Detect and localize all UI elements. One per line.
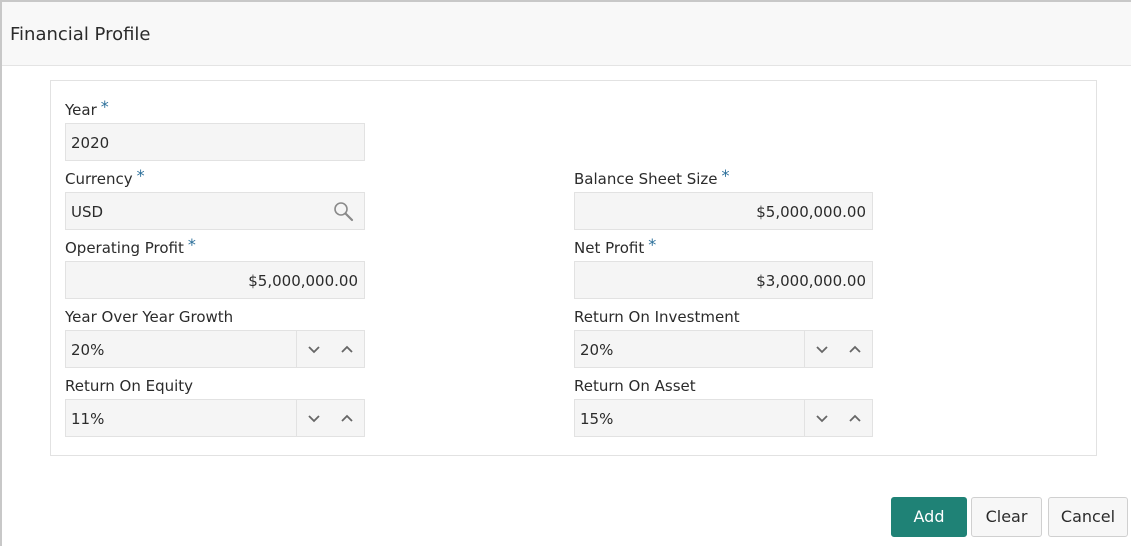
roi-value: 20% bbox=[580, 341, 614, 359]
year-label-text: Year bbox=[65, 101, 97, 119]
page-title: Financial Profile bbox=[10, 24, 151, 45]
roe-value: 11% bbox=[71, 410, 105, 428]
balance-sheet-size-value: $5,000,000.00 bbox=[756, 203, 866, 221]
yoy-growth-increment-button[interactable] bbox=[330, 331, 364, 367]
year-label: Year * bbox=[65, 97, 109, 120]
required-marker: * bbox=[187, 235, 196, 254]
balance-sheet-size-label-text: Balance Sheet Size bbox=[574, 170, 718, 188]
roa-field[interactable]: 15% bbox=[574, 399, 873, 437]
roa-increment-button[interactable] bbox=[838, 400, 872, 436]
header: Financial Profile bbox=[2, 2, 1131, 66]
roa-label: Return On Asset bbox=[574, 377, 696, 395]
required-marker: * bbox=[136, 166, 145, 185]
yoy-growth-label: Year Over Year Growth bbox=[65, 308, 234, 326]
yoy-growth-decrement-button[interactable] bbox=[296, 331, 330, 367]
chevron-up-icon bbox=[341, 345, 353, 353]
roi-field[interactable]: 20% bbox=[574, 330, 873, 368]
roe-label: Return On Equity bbox=[65, 377, 194, 395]
roe-decrement-button[interactable] bbox=[296, 400, 330, 436]
chevron-down-icon bbox=[815, 345, 828, 353]
operating-profit-field[interactable]: $5,000,000.00 bbox=[65, 261, 365, 299]
chevron-up-icon bbox=[849, 414, 861, 422]
roi-decrement-button[interactable] bbox=[804, 331, 838, 367]
clear-button[interactable]: Clear bbox=[971, 497, 1042, 537]
roe-field[interactable]: 11% bbox=[65, 399, 365, 437]
operating-profit-label-text: Operating Profit bbox=[65, 239, 184, 257]
required-marker: * bbox=[100, 97, 109, 116]
yoy-growth-field[interactable]: 20% bbox=[65, 330, 365, 368]
chevron-down-icon bbox=[307, 414, 320, 422]
currency-value: USD bbox=[71, 203, 104, 221]
operating-profit-value: $5,000,000.00 bbox=[248, 272, 358, 290]
year-value: 2020 bbox=[71, 134, 110, 152]
required-marker: * bbox=[721, 166, 730, 185]
roa-value: 15% bbox=[580, 410, 614, 428]
roi-increment-button[interactable] bbox=[838, 331, 872, 367]
roa-decrement-button[interactable] bbox=[804, 400, 838, 436]
operating-profit-label: Operating Profit * bbox=[65, 235, 196, 258]
net-profit-label-text: Net Profit bbox=[574, 239, 645, 257]
chevron-down-icon bbox=[307, 345, 320, 353]
add-button[interactable]: Add bbox=[891, 497, 967, 537]
chevron-down-icon bbox=[815, 414, 828, 422]
currency-field[interactable]: USD bbox=[65, 192, 365, 230]
net-profit-field[interactable]: $3,000,000.00 bbox=[574, 261, 873, 299]
roi-label: Return On Investment bbox=[574, 308, 740, 326]
financial-profile-window: Financial Profile Year * 2020 Currency * U… bbox=[0, 0, 1131, 546]
financial-profile-form: Year * 2020 Currency * USD Balance Sheet S… bbox=[50, 80, 1097, 456]
chevron-up-icon bbox=[849, 345, 861, 353]
currency-label-text: Currency bbox=[65, 170, 133, 188]
cancel-button[interactable]: Cancel bbox=[1048, 497, 1128, 537]
currency-label: Currency * bbox=[65, 166, 145, 189]
balance-sheet-size-label: Balance Sheet Size * bbox=[574, 166, 730, 189]
net-profit-value: $3,000,000.00 bbox=[756, 272, 866, 290]
roe-increment-button[interactable] bbox=[330, 400, 364, 436]
net-profit-label: Net Profit * bbox=[574, 235, 657, 258]
required-marker: * bbox=[648, 235, 657, 254]
yoy-growth-value: 20% bbox=[71, 341, 105, 359]
search-icon[interactable] bbox=[332, 200, 356, 222]
year-field[interactable]: 2020 bbox=[65, 123, 365, 161]
balance-sheet-size-field[interactable]: $5,000,000.00 bbox=[574, 192, 873, 230]
chevron-up-icon bbox=[341, 414, 353, 422]
